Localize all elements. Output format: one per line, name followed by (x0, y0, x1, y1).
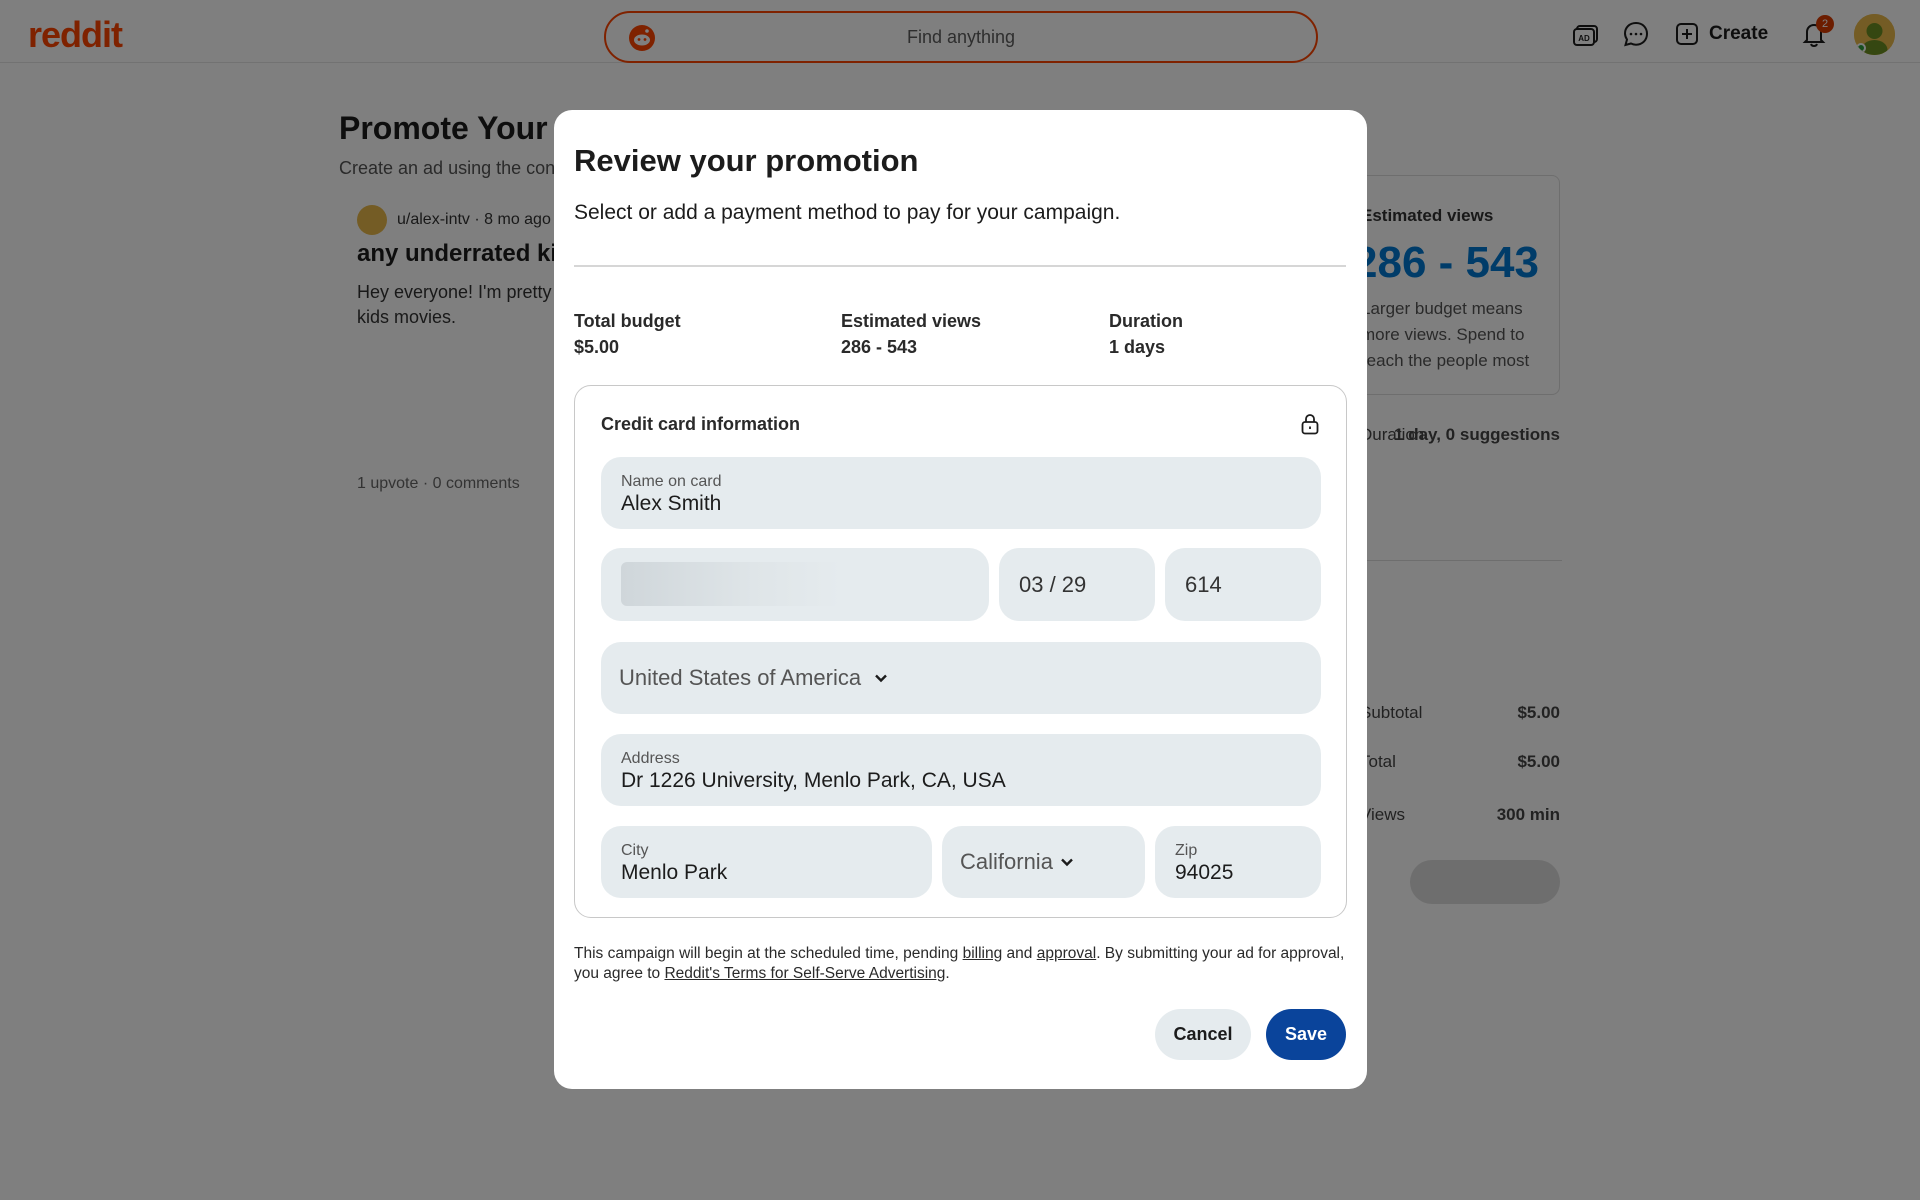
country-select[interactable]: United States of America (601, 642, 1321, 714)
total-budget-label: Total budget (574, 311, 681, 331)
chevron-down-icon (875, 674, 887, 683)
state-select-display: California (960, 826, 1075, 898)
duration-stat: Duration 1 days (1109, 308, 1183, 360)
billing-link[interactable]: billing (963, 945, 1003, 962)
modal-divider (574, 265, 1346, 267)
terms-text: . (945, 965, 950, 982)
credit-card-form: Credit card information Name on card Ale… (574, 385, 1347, 918)
zip-value: 94025 (1175, 861, 1234, 884)
modal-subtitle: Select or add a payment method to pay fo… (574, 201, 1121, 224)
city-value: Menlo Park (621, 861, 728, 884)
estimated-views-label: Estimated views (841, 311, 982, 331)
duration-label: Duration (1109, 311, 1183, 331)
total-budget-value: $5.00 (574, 337, 620, 357)
credit-card-heading: Credit card information (601, 414, 801, 434)
city-label: City (621, 842, 649, 859)
country-value: United States of America (619, 665, 862, 690)
terms-notice: This campaign will begin at the schedule… (574, 944, 1354, 984)
state-select[interactable]: California (942, 826, 1145, 898)
address-field[interactable]: Address Dr 1226 University, Menlo Park, … (601, 734, 1321, 806)
modal-title: Review your promotion (574, 143, 919, 178)
chevron-down-icon (1061, 858, 1073, 867)
save-button[interactable]: Save (1266, 1009, 1346, 1060)
terms-text: and (1002, 945, 1037, 962)
expiry-value: 03 / 29 (1019, 571, 1087, 597)
approval-link[interactable]: approval (1037, 945, 1096, 962)
state-value: California (960, 849, 1053, 874)
expiry-field[interactable]: 03 / 29 (999, 548, 1155, 621)
name-on-card-label: Name on card (621, 473, 722, 490)
advertising-terms-link[interactable]: Reddit's Terms for Self-Serve Advertisin… (664, 965, 945, 982)
card-number-field[interactable] (601, 548, 989, 621)
terms-text: This campaign will begin at the schedule… (574, 945, 963, 962)
country-select-display: United States of America (619, 642, 889, 714)
zip-field[interactable]: Zip 94025 (1155, 826, 1321, 898)
review-promotion-modal: Review your promotion Select or add a pa… (554, 110, 1367, 1089)
address-value: Dr 1226 University, Menlo Park, CA, USA (621, 769, 1006, 792)
card-number-masked (621, 562, 841, 606)
zip-label: Zip (1175, 842, 1198, 859)
name-on-card-value: Alex Smith (621, 492, 722, 515)
name-on-card-field[interactable]: Name on card Alex Smith (601, 457, 1321, 529)
estimated-views-stat: Estimated views 286 - 543 (841, 308, 981, 360)
lock-icon (1301, 414, 1319, 435)
address-label: Address (621, 750, 680, 767)
cvc-field[interactable]: 614 (1165, 548, 1321, 621)
estimated-views-value: 286 - 543 (841, 337, 918, 357)
total-budget-stat: Total budget $5.00 (574, 308, 681, 360)
duration-value: 1 days (1109, 337, 1166, 357)
cancel-button[interactable]: Cancel (1155, 1009, 1251, 1060)
cvc-value: 614 (1185, 571, 1222, 597)
city-field[interactable]: City Menlo Park (601, 826, 932, 898)
